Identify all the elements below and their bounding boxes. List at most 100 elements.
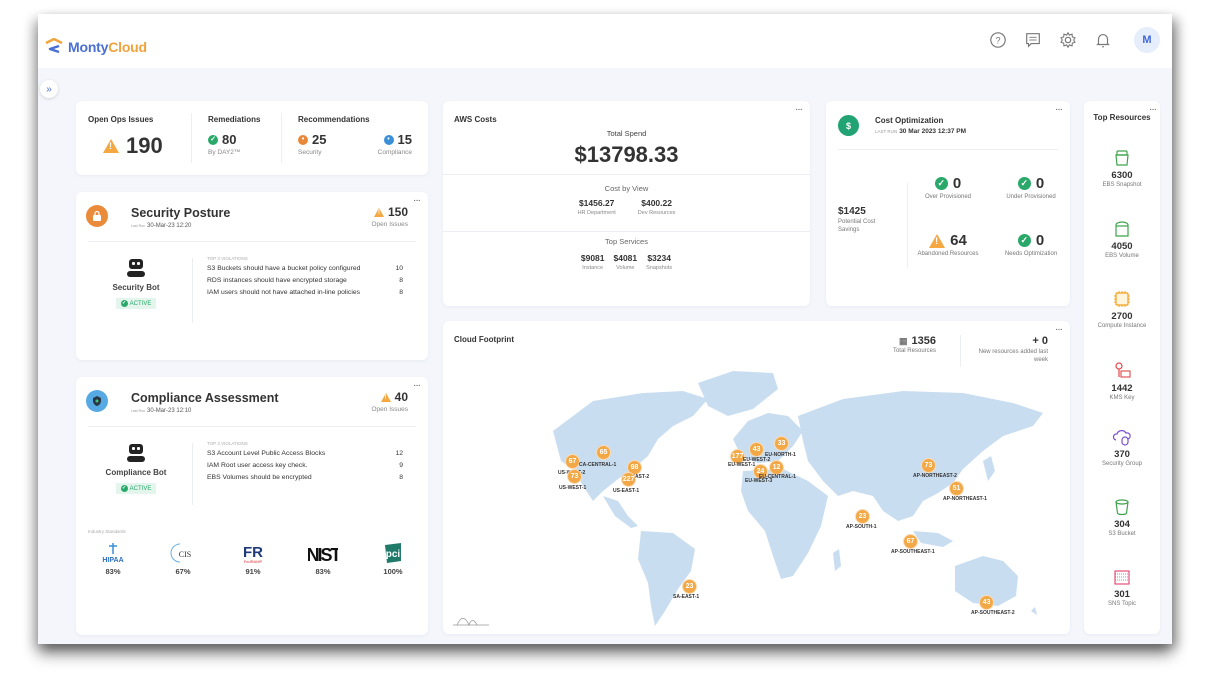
violation-row[interactable]: IAM Root user access key check. 9	[207, 461, 403, 470]
feedback-icon[interactable]	[1023, 30, 1043, 50]
status-badge: ✓ ACTIVE	[115, 297, 157, 309]
region-marker[interactable]: 67	[903, 534, 918, 549]
violation-row[interactable]: EBS Volumes should be encrypted 8	[207, 473, 403, 482]
resource-kms-key[interactable]: 1442 KMS Key	[1084, 361, 1160, 403]
logo[interactable]: MontyCloud	[44, 38, 147, 56]
divider	[88, 241, 416, 242]
s3-bucket-icon	[1112, 497, 1132, 517]
region-marker[interactable]: 43	[979, 595, 994, 610]
resource-ebs-snapshot[interactable]: 6300 EBS Snapshot	[1084, 148, 1160, 190]
open-issues-label: Open Issues	[371, 406, 409, 413]
standard-hipaa[interactable]: HIPAA 83%	[88, 541, 138, 576]
region-marker[interactable]: 43	[749, 442, 764, 457]
more-options-button[interactable]: ···	[413, 381, 421, 391]
total-spend-value[interactable]: $13798.33	[443, 142, 810, 168]
standard-pci[interactable]: pci 100%	[368, 541, 418, 576]
resource-security-group[interactable]: 370 Security Group	[1084, 427, 1160, 469]
violation-count: 8	[399, 474, 403, 481]
remediations-value[interactable]: ✓ 80 By DAY2™	[208, 131, 240, 156]
resource-compute-instance[interactable]: 2700 Compute Instance	[1084, 289, 1160, 331]
region-marker[interactable]: 73	[567, 469, 582, 484]
region-marker[interactable]: 51	[949, 481, 964, 496]
resource-sns-topic[interactable]: 301 SNS Topic	[1084, 567, 1160, 609]
region-marker[interactable]: 227	[621, 472, 636, 487]
expand-sidebar-button[interactable]: »	[40, 80, 58, 98]
standard-percent: 100%	[383, 567, 403, 576]
service-item[interactable]: $3234 Snapshots	[646, 253, 672, 271]
new-resources[interactable]: + 0 New resources added last week	[978, 335, 1048, 364]
violation-row[interactable]: IAM users should not have attached in-li…	[207, 288, 403, 297]
violation-text: RDS instances should have encrypted stor…	[207, 277, 347, 284]
settings-icon[interactable]	[1058, 30, 1078, 50]
metric-label: Abandoned Resources	[917, 251, 979, 257]
more-options-button[interactable]: ···	[413, 196, 421, 206]
more-options-button[interactable]: ···	[795, 105, 803, 115]
open-issues[interactable]: 150 Open Issues	[372, 205, 409, 228]
violation-count: 9	[399, 462, 403, 469]
region-marker[interactable]: 65	[596, 445, 611, 460]
help-icon[interactable]: ?	[988, 30, 1008, 50]
cost-view-item[interactable]: $1456.27 HR Department	[578, 198, 616, 216]
service-item[interactable]: $4081 Volume	[614, 253, 638, 271]
cis-logo-icon: CIS	[158, 541, 208, 565]
potential-savings[interactable]: $1425 Potential Cost Savings	[838, 206, 888, 234]
total-resources[interactable]: ▦ 1356 Total Resources	[893, 335, 936, 354]
cost-view-item[interactable]: $400.22 Dev Resources	[638, 198, 676, 216]
compliance-title[interactable]: Compliance Assessment	[131, 391, 279, 405]
shield-icon	[86, 390, 108, 412]
region-marker[interactable]: 23	[855, 509, 870, 524]
resource-label: Security Group	[1101, 461, 1143, 467]
more-options-button[interactable]: ···	[1055, 325, 1063, 335]
resource-label: Compute Instance	[1097, 323, 1147, 329]
region-marker[interactable]: 23	[682, 579, 697, 594]
recommendations-compliance[interactable]: • 15 Compliance	[372, 131, 412, 156]
region-marker[interactable]: 33	[774, 436, 789, 451]
security-posture-title[interactable]: Security Posture	[131, 206, 230, 220]
metric-abandoned-resources[interactable]: 64 Abandoned Resources	[913, 232, 983, 258]
top-bar: MontyCloud ? M	[38, 14, 1172, 68]
resource-s3-bucket[interactable]: 304 S3 Bucket	[1084, 497, 1160, 539]
security-icon: •	[298, 134, 308, 145]
violation-row[interactable]: RDS instances should have encrypted stor…	[207, 276, 403, 285]
recommendations-security[interactable]: • 25 Security	[298, 131, 326, 156]
cost-optimization-title[interactable]: Cost Optimization	[875, 116, 943, 125]
map-logo-icon	[453, 617, 489, 626]
standard-nist[interactable]: NIST 83%	[298, 541, 348, 576]
region-label: AP-SOUTHEAST-1	[891, 549, 935, 555]
region-marker[interactable]: 67	[565, 454, 580, 469]
open-issues[interactable]: 40 Open Issues	[372, 390, 409, 413]
open-ops-value[interactable]: 190	[103, 133, 163, 159]
region-marker[interactable]: 12	[769, 460, 784, 475]
avatar[interactable]: M	[1134, 27, 1160, 53]
bell-icon[interactable]	[1093, 30, 1113, 50]
resource-ebs-volume[interactable]: 4050 EBS Volume	[1084, 219, 1160, 261]
fedramp-logo-icon: FR FedRAMP	[228, 541, 278, 565]
violation-row[interactable]: S3 Buckets should have a bucket policy c…	[207, 264, 403, 273]
metric-over-provisioned[interactable]: ✓ 0 Over Provisioned	[913, 175, 983, 201]
region-label: EU-CENTRAL-1	[759, 474, 796, 480]
metric-label: Needs Optimization	[1004, 251, 1058, 257]
warning-icon	[380, 392, 391, 402]
recommendations-label: Recommendations	[298, 115, 370, 124]
service-item[interactable]: $9081 Instance	[581, 253, 605, 271]
standard-cis[interactable]: CIS 67%	[158, 541, 208, 576]
violation-row[interactable]: S3 Account Level Public Access Blocks 12	[207, 449, 403, 458]
warning-icon	[929, 233, 946, 248]
metric-under-provisioned[interactable]: ✓ 0 Under Provisioned	[996, 175, 1066, 201]
security-posture-card: ··· Security Posture Last Run 30-Mar-23 1…	[76, 192, 428, 360]
metric-needs-optimization[interactable]: ✓ 0 Needs Optimization	[996, 232, 1066, 258]
app-window: MontyCloud ? M » Open Ops Issues 190 Rem…	[38, 14, 1172, 644]
last-run-label: LAST RUN	[875, 129, 898, 134]
bot-icon	[129, 259, 143, 269]
status-text: ACTIVE	[129, 486, 152, 492]
remediations-count: 80	[222, 132, 237, 147]
standard-fedramp[interactable]: FR FedRAMP 91%	[228, 541, 278, 576]
compute-instance-icon	[1112, 289, 1132, 309]
montycloud-logo-icon	[45, 38, 63, 54]
svg-text:FedRAMP: FedRAMP	[244, 559, 263, 564]
divider	[960, 335, 961, 367]
more-options-button[interactable]: ···	[1055, 105, 1063, 115]
region-marker[interactable]: 73	[921, 458, 936, 473]
violations-list: TOP 3 VIOLATIONS S3 Buckets should have …	[207, 256, 403, 300]
pci-logo-icon: pci	[368, 541, 418, 565]
